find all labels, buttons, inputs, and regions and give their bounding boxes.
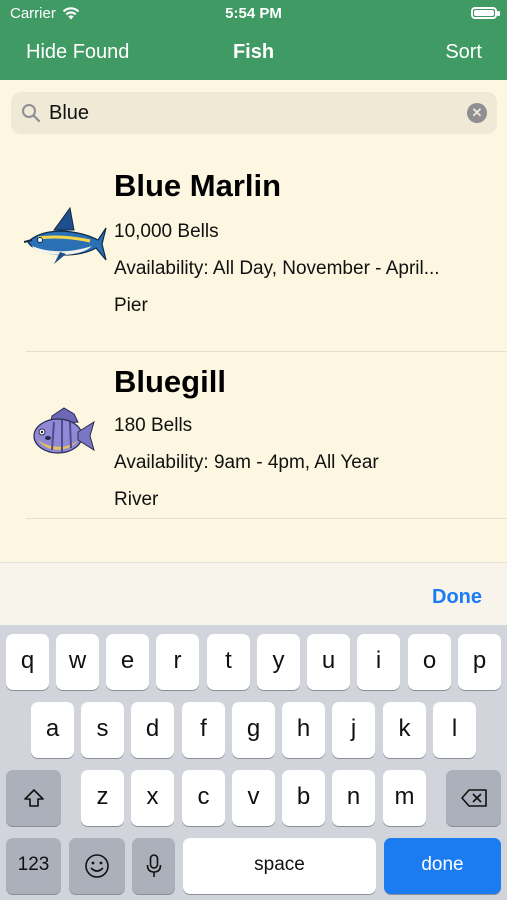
backspace-key[interactable]: [446, 770, 501, 826]
shift-key[interactable]: [6, 770, 61, 826]
search-icon: [22, 104, 41, 123]
key-k[interactable]: k: [383, 702, 426, 758]
search-input[interactable]: Blue: [49, 102, 89, 125]
navigation-bar: Hide Found Fish Sort: [0, 28, 507, 80]
key-s[interactable]: s: [81, 702, 124, 758]
key-p[interactable]: p: [458, 634, 501, 690]
key-a[interactable]: a: [31, 702, 74, 758]
row-divider: [26, 518, 507, 519]
key-h[interactable]: h: [282, 702, 325, 758]
key-v[interactable]: v: [232, 770, 275, 826]
microphone-icon: [146, 854, 161, 877]
page-title: Fish: [232, 41, 275, 63]
list-item[interactable]: Bluegill 180 Bells Availability: 9am - 4…: [0, 352, 507, 518]
blue-marlin-icon: [24, 206, 107, 264]
key-d[interactable]: d: [131, 702, 174, 758]
dictation-key[interactable]: [132, 838, 175, 894]
shift-icon: [23, 789, 44, 807]
search-field[interactable]: Blue ✕: [11, 92, 497, 134]
key-z[interactable]: z: [81, 770, 124, 826]
fish-availability: Availability: 9am - 4pm, All Year: [114, 452, 379, 473]
backspace-icon: [460, 789, 487, 807]
fish-name: Bluegill: [114, 364, 226, 399]
done-key[interactable]: done: [384, 838, 501, 894]
key-m[interactable]: m: [383, 770, 426, 826]
fish-price: 180 Bells: [114, 415, 193, 436]
key-w[interactable]: w: [56, 634, 99, 690]
emoji-key[interactable]: [69, 838, 125, 894]
fish-availability: Availability: All Day, November - April.…: [114, 258, 440, 279]
emoji-icon: [85, 854, 109, 878]
key-u[interactable]: u: [307, 634, 350, 690]
key-e[interactable]: e: [106, 634, 149, 690]
key-l[interactable]: l: [433, 702, 476, 758]
list-item[interactable]: Blue Marlin 10,000 Bells Availability: A…: [0, 148, 507, 351]
sort-button[interactable]: Sort: [445, 41, 482, 64]
key-c[interactable]: c: [182, 770, 225, 826]
fish-location: River: [114, 489, 159, 510]
search-bar: Blue ✕: [0, 80, 507, 149]
key-j[interactable]: j: [332, 702, 375, 758]
clear-search-icon[interactable]: ✕: [467, 103, 487, 123]
clock: 5:54 PM: [225, 5, 282, 22]
numbers-key[interactable]: 123: [6, 838, 61, 894]
bluegill-icon: [33, 407, 95, 454]
key-t[interactable]: t: [207, 634, 250, 690]
key-o[interactable]: o: [408, 634, 451, 690]
battery-icon: [471, 7, 500, 19]
fish-price: 10,000 Bells: [114, 221, 219, 242]
key-x[interactable]: x: [131, 770, 174, 826]
space-key[interactable]: space: [183, 838, 376, 894]
keyboard-accessory-bar: Done: [0, 562, 507, 626]
keyboard: q w e r t y u i o p a s d f g h j k l z …: [0, 625, 507, 900]
key-r[interactable]: r: [156, 634, 199, 690]
fish-name: Blue Marlin: [114, 168, 282, 203]
key-f[interactable]: f: [182, 702, 225, 758]
key-y[interactable]: y: [257, 634, 300, 690]
key-i[interactable]: i: [357, 634, 400, 690]
key-n[interactable]: n: [332, 770, 375, 826]
fish-location: Pier: [114, 295, 148, 316]
status-bar: Carrier 5:54 PM: [0, 0, 507, 28]
key-q[interactable]: q: [6, 634, 49, 690]
done-button[interactable]: Done: [432, 586, 482, 609]
key-g[interactable]: g: [232, 702, 275, 758]
key-b[interactable]: b: [282, 770, 325, 826]
